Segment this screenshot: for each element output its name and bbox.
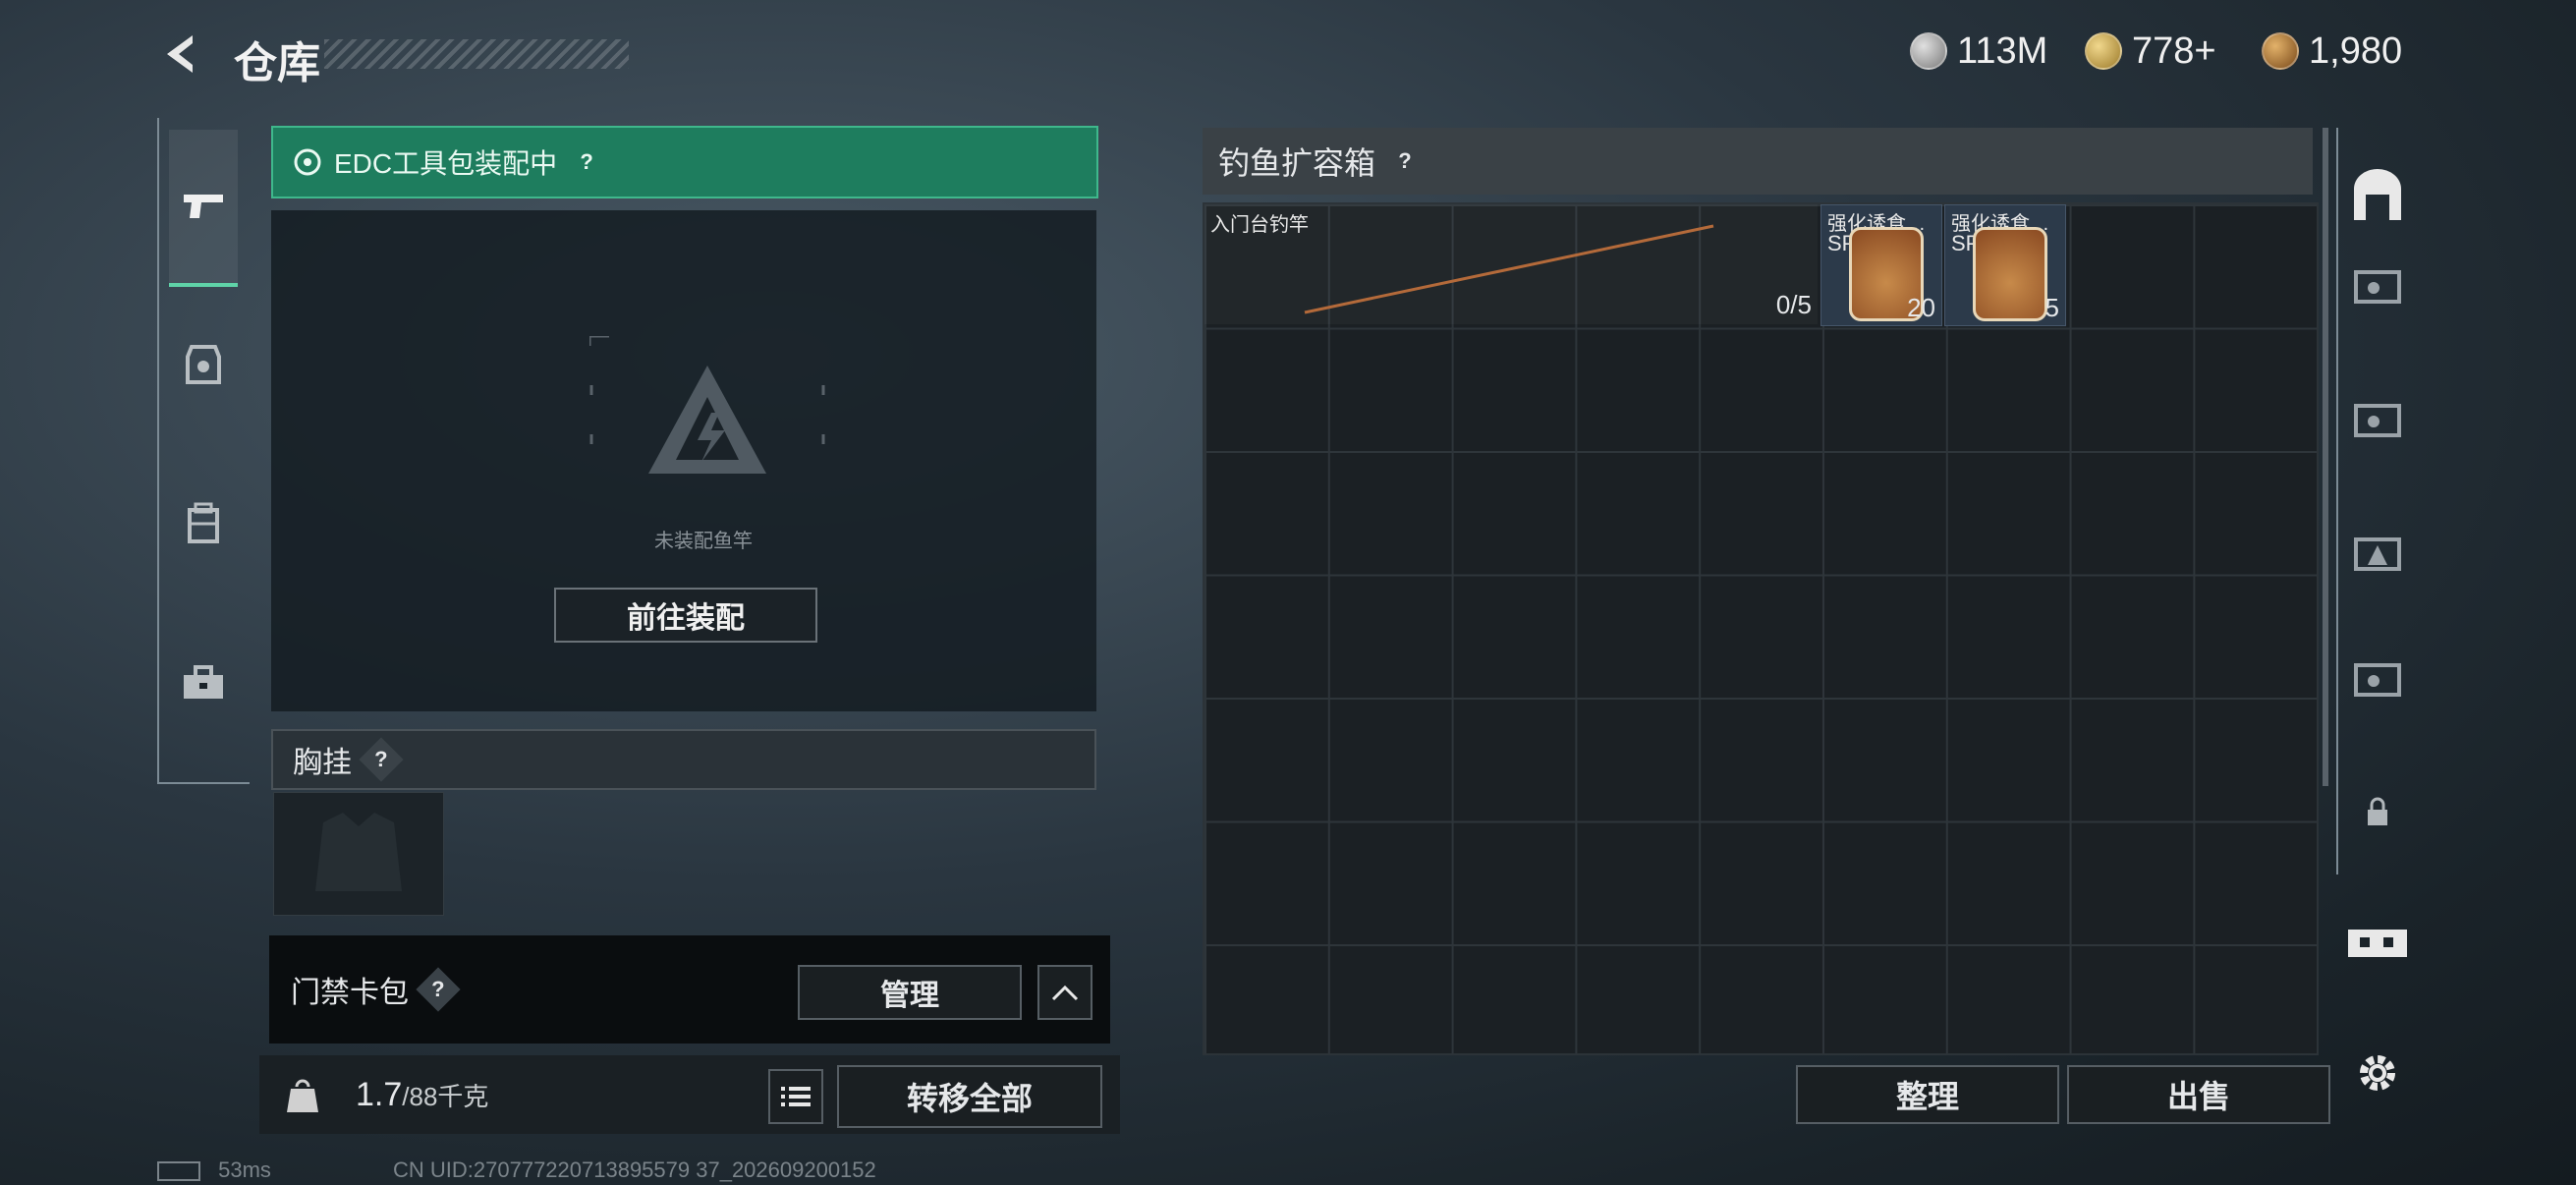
manage-button[interactable]: 管理	[798, 965, 1022, 1020]
help-icon[interactable]: ?	[1389, 145, 1421, 177]
fishing-box-title: 钓鱼扩容箱	[1218, 145, 1376, 181]
help-icon[interactable]: ?	[359, 737, 404, 782]
bait-bag-icon	[1973, 227, 2047, 321]
container-rail	[2336, 128, 2417, 875]
item-count: 5	[2044, 293, 2059, 322]
weight-value: 1.7	[356, 1075, 403, 1113]
fishing-rod-icon	[1304, 224, 1714, 314]
goto-equip-button[interactable]: 前往装配	[554, 588, 817, 643]
gear-icon	[2360, 1055, 2395, 1091]
backpack-icon	[188, 502, 219, 543]
currency-value: 113M	[1957, 29, 2048, 72]
chest-rig-placeholder-icon	[315, 813, 402, 891]
page-title: 仓库	[234, 39, 320, 87]
rail-fishing-box-1[interactable]	[2338, 244, 2417, 322]
keycard-pack-title: 门禁卡包	[291, 977, 409, 1009]
pistol-icon	[184, 195, 223, 218]
currency-value: 1,980	[2309, 29, 2403, 72]
rail-safe-box[interactable]	[2338, 157, 2417, 236]
nav-toolkit[interactable]	[169, 649, 238, 717]
title-decoration	[324, 39, 629, 69]
vest-icon	[186, 345, 221, 384]
empty-rod-emblem-icon	[589, 336, 825, 474]
currency-bronze: 1,980	[2262, 29, 2402, 73]
nav-backpack[interactable]	[169, 489, 238, 558]
chevron-up-icon	[1051, 985, 1079, 1001]
lock-icon	[2368, 797, 2387, 825]
help-icon[interactable]: ?	[416, 967, 461, 1012]
nav-armor[interactable]	[169, 330, 238, 399]
chest-rig-slot[interactable]	[273, 792, 444, 916]
fishing-box-icon	[2354, 404, 2401, 437]
grid-scrollbar[interactable]	[2323, 128, 2328, 786]
currency-silver: 113M	[1910, 29, 2047, 73]
not-equipped-label: 未装配鱼竿	[654, 531, 753, 552]
silver-coin-icon	[1910, 32, 1947, 70]
battery-icon	[157, 1161, 200, 1182]
sell-button[interactable]: 出售	[2067, 1065, 2330, 1124]
fishing-rod-item[interactable]: 入门台钓竿 0/5	[1204, 204, 1818, 324]
chest-rig-header: 胸挂 ?	[271, 729, 1096, 790]
collapse-button[interactable]	[1037, 965, 1092, 1020]
arch-icon	[2354, 169, 2401, 220]
gold-token-icon	[2085, 32, 2122, 70]
bait-item[interactable]: 强化诱食… SP 20	[1820, 204, 1942, 326]
weight-limit: /88千克	[402, 1081, 489, 1111]
currency-value: 778+	[2132, 29, 2216, 72]
swap-icon	[2348, 930, 2407, 957]
rail-fishing-box-3[interactable]	[2338, 511, 2417, 590]
equip-status-text: EDC工具包装配中	[334, 148, 558, 179]
nav-weapons[interactable]	[169, 130, 238, 287]
item-count: 20	[1907, 293, 1935, 322]
equip-status-bar: EDC工具包装配中 ?	[271, 126, 1098, 198]
settings-button[interactable]	[2338, 1034, 2417, 1112]
weight-icon	[287, 1079, 318, 1112]
sort-button[interactable]: 整理	[1796, 1065, 2059, 1124]
item-count: 0/5	[1775, 290, 1812, 319]
rail-locked-slot[interactable]	[2338, 772, 2417, 851]
list-icon	[781, 1087, 811, 1106]
ping-value: 53ms	[218, 1157, 271, 1182]
bronze-coin-icon	[2262, 32, 2299, 70]
fishing-box-icon	[2354, 537, 2401, 571]
fishing-box-icon	[2354, 270, 2401, 304]
fishing-box-header: 钓鱼扩容箱 ?	[1203, 128, 2313, 195]
uid-label: CN UID:270777220713895579 37_20260920015…	[393, 1157, 876, 1182]
item-name: 入门台钓竿	[1210, 214, 1309, 236]
currency-gold: 778+	[2085, 29, 2216, 73]
chest-rig-title: 胸挂	[293, 747, 352, 779]
help-icon[interactable]: ?	[571, 146, 602, 178]
rail-fishing-box-4[interactable]	[2338, 637, 2417, 715]
toolbox-icon	[184, 665, 223, 699]
bait-item[interactable]: 强化诱食… SP 5	[1944, 204, 2066, 326]
rail-fishing-box-2[interactable]	[2338, 377, 2417, 456]
list-view-button[interactable]	[768, 1069, 823, 1124]
aperture-icon	[294, 148, 321, 176]
ping-indicator: 53ms	[157, 1157, 271, 1183]
rail-transfer[interactable]	[2338, 904, 2417, 983]
fishing-box-icon	[2354, 663, 2401, 697]
back-arrow-icon[interactable]	[157, 29, 206, 79]
transfer-all-button[interactable]: 转移全部	[837, 1065, 1102, 1128]
category-nav	[157, 118, 250, 784]
storage-grid[interactable]	[1203, 202, 2319, 1055]
